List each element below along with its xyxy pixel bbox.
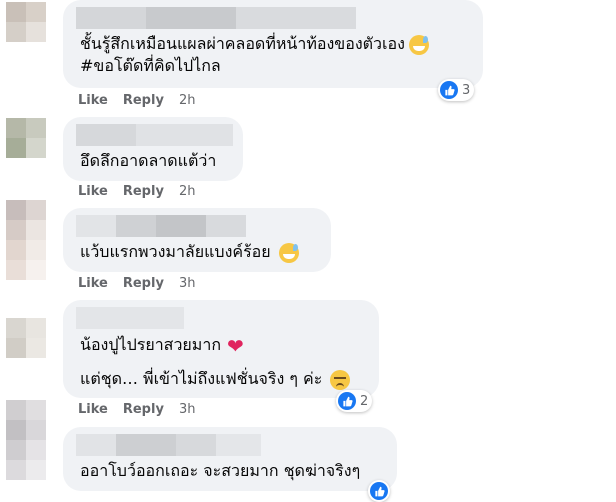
comment-text: ออาโบว์ออกเถอะ จะสวยมาก ชุดฆ่าจริงๆ xyxy=(80,461,361,480)
timestamp[interactable]: 3h xyxy=(179,275,196,293)
comment-bubble: น้องปูไปรยาสวยมาก ❤ แต่ชุด… พี่เข้าไม่ถึง… xyxy=(63,300,379,398)
comment-text: แต่ชุด… พี่เข้าไม่ถึงแฟชั่นจริง ๆ ค่ะ xyxy=(80,369,351,390)
avatar[interactable] xyxy=(6,400,46,480)
like-button[interactable]: Like xyxy=(78,92,108,110)
comment-bubble: แว้บแรกพวงมาลัยแบงค์ร้อย xyxy=(63,208,331,272)
grinning-sweat-icon xyxy=(408,34,429,55)
reply-button[interactable]: Reply xyxy=(123,183,164,201)
timestamp[interactable]: 2h xyxy=(179,92,196,110)
commenter-name[interactable] xyxy=(76,434,261,456)
comment-actions: Like Reply 2h xyxy=(78,92,210,110)
reaction-icon[interactable] xyxy=(368,480,390,502)
red-heart-icon: ❤ xyxy=(227,333,244,358)
reply-button[interactable]: Reply xyxy=(123,401,164,419)
comment-bubble: ออาโบว์ออกเถอะ จะสวยมาก ชุดฆ่าจริงๆ xyxy=(63,427,397,491)
reaction-count[interactable]: 3 xyxy=(438,79,475,101)
downcast-sweat-icon xyxy=(330,369,351,390)
reply-button[interactable]: Reply xyxy=(123,92,164,110)
comment-bubble: อึดลึกอาดลาดแต้ว่า xyxy=(63,117,243,181)
thumbs-up-icon xyxy=(370,482,388,500)
commenter-name[interactable] xyxy=(76,307,184,329)
reply-button[interactable]: Reply xyxy=(123,275,164,293)
like-button[interactable]: Like xyxy=(78,401,108,419)
comment-text: อึดลึกอาดลาดแต้ว่า xyxy=(80,151,217,170)
commenter-name[interactable] xyxy=(76,215,246,237)
comment-actions: Like Reply 2h xyxy=(78,183,210,201)
grinning-sweat-icon xyxy=(278,242,299,263)
comment-text: แว้บแรกพวงมาลัยแบงค์ร้อย xyxy=(80,242,299,263)
thumbs-up-icon xyxy=(338,392,356,410)
comment-actions: Like Reply 3h xyxy=(78,401,210,419)
avatar[interactable] xyxy=(6,118,46,158)
commenter-name[interactable] xyxy=(76,124,233,146)
like-button[interactable]: Like xyxy=(78,183,108,201)
timestamp[interactable]: 2h xyxy=(179,183,196,201)
timestamp[interactable]: 3h xyxy=(179,401,196,419)
avatar[interactable] xyxy=(6,2,46,42)
reaction-count[interactable]: 2 xyxy=(336,390,373,412)
comment-actions: Like Reply 3h xyxy=(78,275,210,293)
avatar[interactable] xyxy=(6,318,46,358)
thumbs-up-icon xyxy=(440,81,458,99)
like-button[interactable]: Like xyxy=(78,275,108,293)
avatar[interactable] xyxy=(6,200,46,280)
comment-text: น้องปูไปรยาสวยมาก ❤ xyxy=(80,333,244,358)
comment-bubble: ชั้นรู้สึกเหมือนแผลผ่าคลอดที่หน้าท้องของ… xyxy=(63,0,483,88)
commenter-name[interactable] xyxy=(76,7,356,29)
hashtag-link[interactable]: #ขอโต๊ดที่คิดไปไกล xyxy=(80,56,221,76)
comment-text: ชั้นรู้สึกเหมือนแผลผ่าคลอดที่หน้าท้องของ… xyxy=(80,34,429,55)
